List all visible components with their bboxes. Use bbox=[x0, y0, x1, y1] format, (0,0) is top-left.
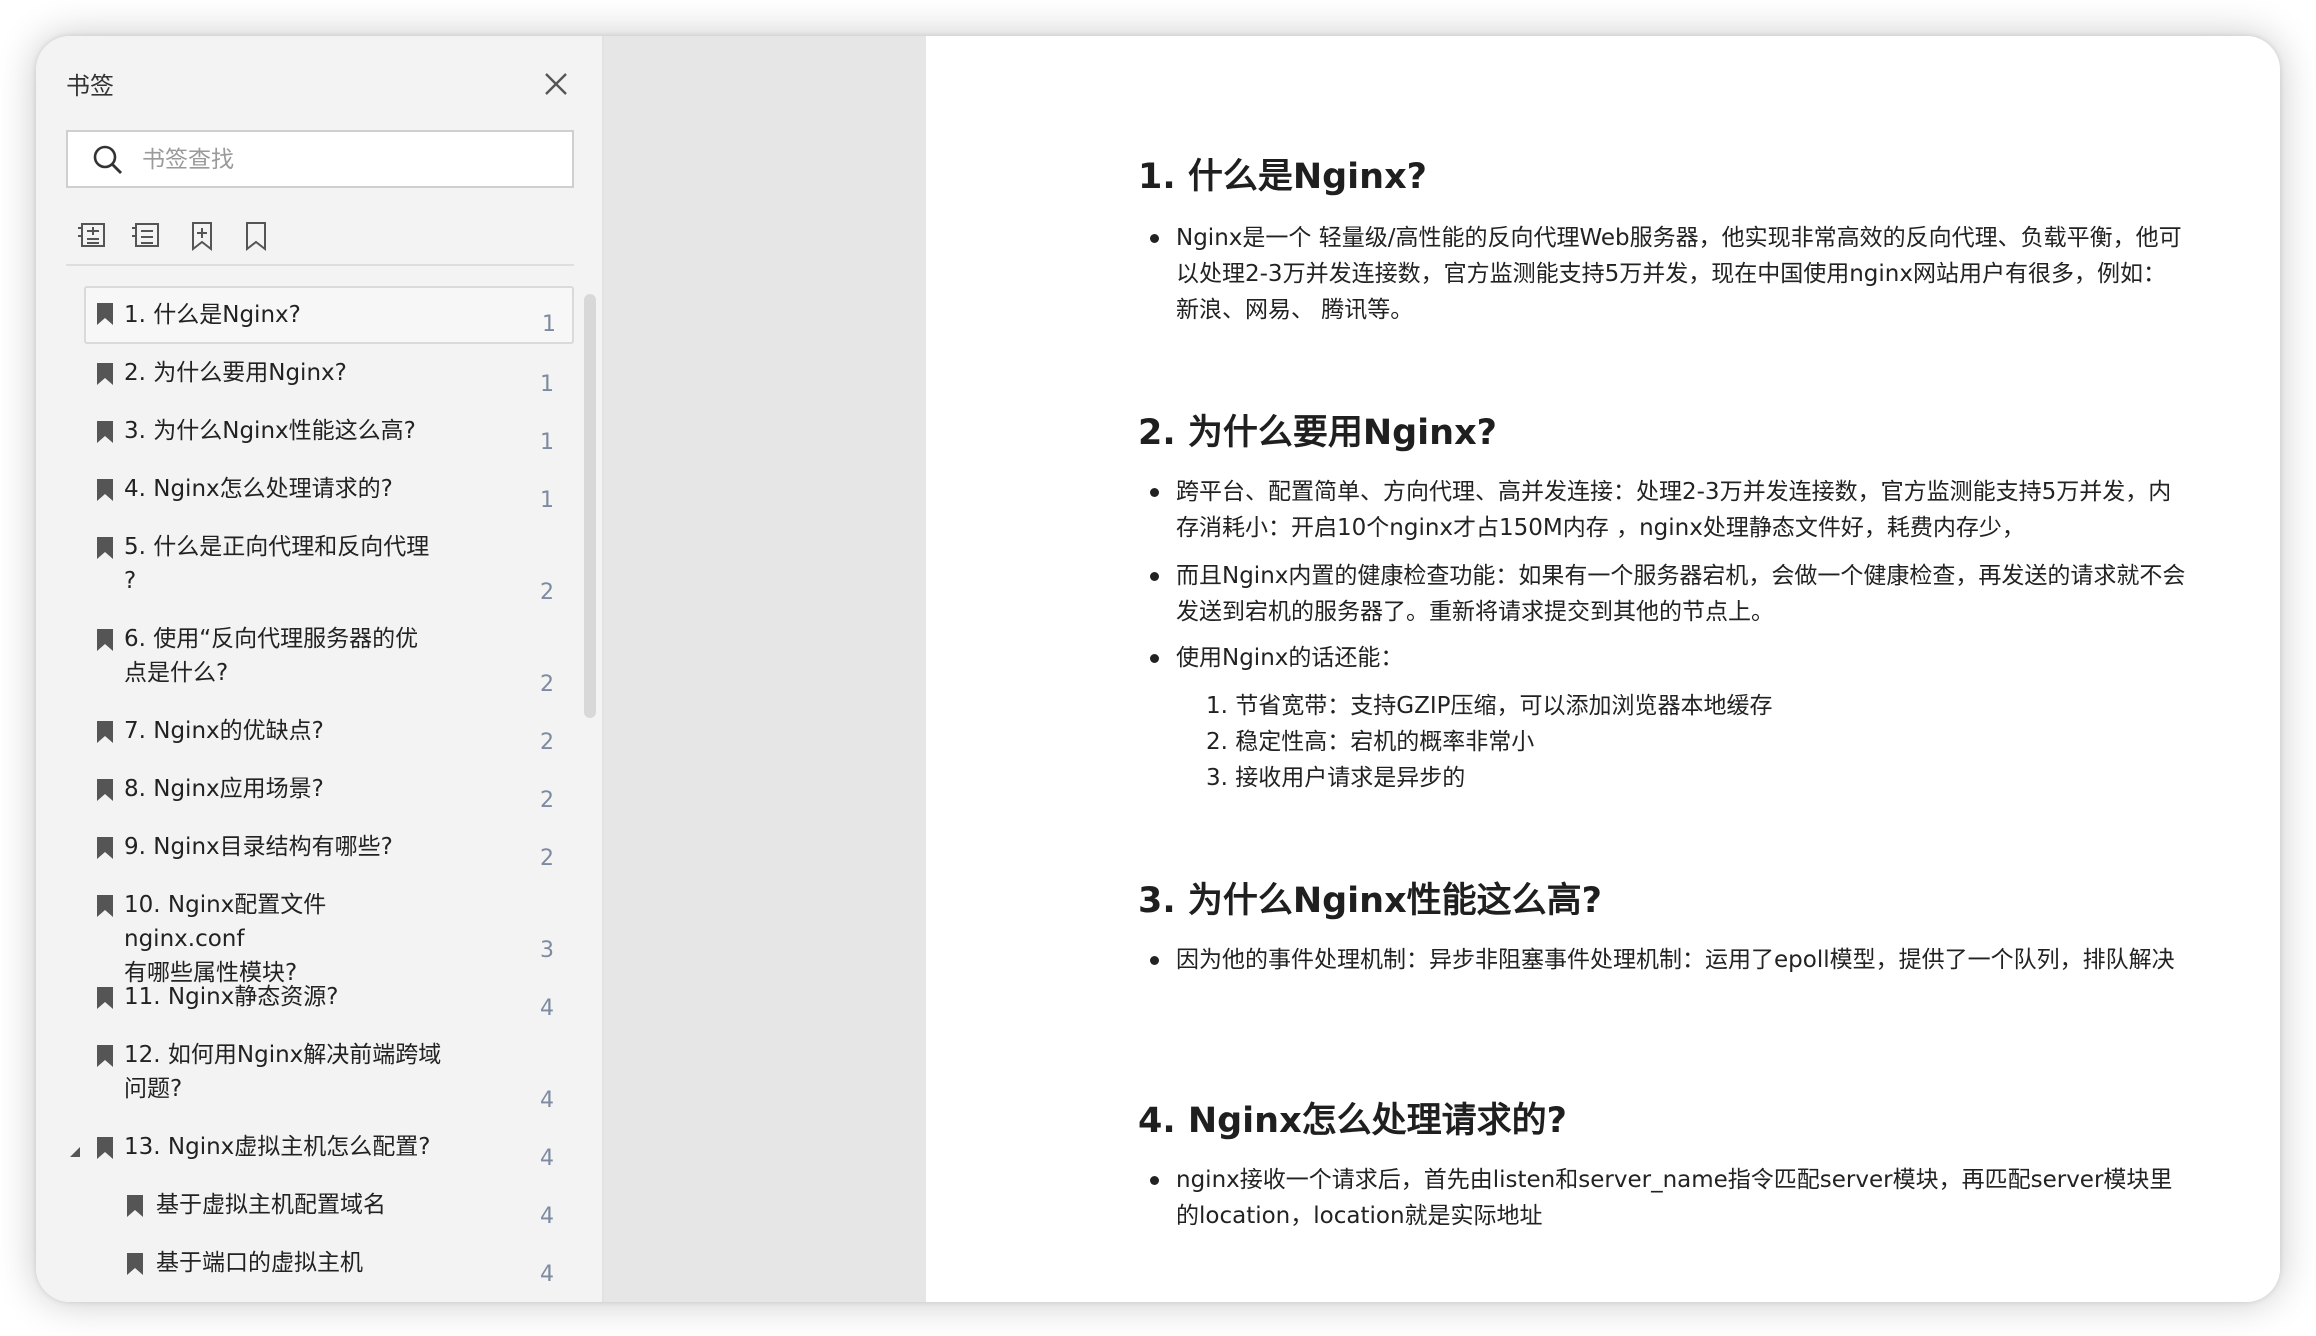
bullet-dot bbox=[1150, 956, 1159, 965]
bullet-item: 跨平台、配置简单、方向代理、高并发连接：处理2-3万并发连接数，官方监测能支持5… bbox=[1150, 474, 2186, 546]
page-gutter bbox=[604, 36, 926, 1302]
bookmark-item[interactable]: 5. 什么是正向代理和反向代理 ? 2 bbox=[84, 530, 574, 614]
bullet-item: 使用Nginx的话还能： bbox=[1150, 640, 2186, 676]
section-heading: 4. Nginx怎么处理请求的? bbox=[1138, 1101, 1567, 1141]
bookmark-label: 基于虚拟主机配置域名 bbox=[156, 1192, 386, 1218]
bookmark-icon bbox=[96, 628, 114, 652]
bookmark-label: 基于端口的虚拟主机 bbox=[156, 1250, 363, 1276]
bookmark-page: 1 bbox=[540, 372, 554, 397]
bullet-text: 跨平台、配置简单、方向代理、高并发连接：处理2-3万并发连接数，官方监测能支持5… bbox=[1176, 479, 2172, 541]
section-heading: 1. 什么是Nginx? bbox=[1138, 157, 1427, 197]
section-heading: 2. 为什么要用Nginx? bbox=[1138, 413, 1497, 453]
bookmark-item[interactable]: 6. 使用“反向代理服务器的优 点是什么? 2 bbox=[84, 622, 574, 706]
document-page: 1. 什么是Nginx? Nginx是一个 轻量级/高性能的反向代理Web服务器… bbox=[926, 36, 2280, 1302]
bookmark-icon bbox=[96, 302, 114, 326]
bookmark-sidebar: 书签 1 bbox=[36, 36, 604, 1302]
bullet-text: nginx接收一个请求后，首先由listen和server_name指令匹配se… bbox=[1176, 1167, 2173, 1229]
bookmark-label: 11. Nginx静态资源? bbox=[124, 984, 339, 1010]
bookmark-icon bbox=[126, 1194, 144, 1218]
bookmark-item[interactable]: 11. Nginx静态资源? 4 bbox=[84, 980, 574, 1030]
bookmark-label: 2. 为什么要用Nginx? bbox=[124, 360, 347, 386]
bookmark-label: 4. Nginx怎么处理请求的? bbox=[124, 476, 393, 502]
bookmark-label: 3. 为什么Nginx性能这么高? bbox=[124, 418, 416, 444]
bookmark-item[interactable]: 2. 为什么要用Nginx? 1 bbox=[84, 356, 574, 406]
app-window: 书签 1 bbox=[36, 36, 2280, 1302]
bullet-text: 使用Nginx的话还能： bbox=[1176, 645, 1404, 671]
bookmark-item[interactable]: 3. 为什么Nginx性能这么高? 1 bbox=[84, 414, 574, 464]
bullet-dot bbox=[1150, 488, 1159, 497]
bookmark-item[interactable]: 4. Nginx怎么处理请求的? 1 bbox=[84, 472, 574, 522]
numbered-item: 1. 节省宽带：支持GZIP压缩，可以添加浏览器本地缓存 bbox=[1206, 693, 1773, 719]
bookmark-label: 5. 什么是正向代理和反向代理 ? bbox=[124, 534, 430, 594]
bookmark-page: 1 bbox=[542, 312, 556, 337]
sidebar-scrollbar[interactable] bbox=[584, 294, 598, 1294]
bullet-text: 而且Nginx内置的健康检查功能：如果有一个服务器宕机，会做一个健康检查，再发送… bbox=[1176, 563, 2186, 625]
bookmark-label: 9. Nginx目录结构有哪些? bbox=[124, 834, 393, 860]
bookmark-icon bbox=[96, 536, 114, 560]
bookmark-item[interactable]: 13. Nginx虚拟主机怎么配置? 4 bbox=[70, 1130, 574, 1180]
bookmark-icon bbox=[96, 420, 114, 444]
bookmark-page: 4 bbox=[540, 1204, 554, 1229]
bullet-text: Nginx是一个 轻量级/高性能的反向代理Web服务器，他实现非常高效的反向代理… bbox=[1176, 225, 2182, 323]
bookmark-icon bbox=[96, 986, 114, 1010]
bookmark-item[interactable]: 9. Nginx目录结构有哪些? 2 bbox=[84, 830, 574, 880]
numbered-item: 3. 接收用户请求是异步的 bbox=[1206, 765, 1466, 791]
bookmark-label: 7. Nginx的优缺点? bbox=[124, 718, 324, 744]
bookmark-list: 1. 什么是Nginx? 1 2. 为什么要用Nginx? 1 3. 为什么Ng… bbox=[36, 36, 596, 1302]
bookmark-icon bbox=[96, 720, 114, 744]
bookmark-item[interactable]: 基于虚拟主机配置域名 4 bbox=[84, 1188, 574, 1238]
bookmark-page: 2 bbox=[540, 672, 554, 697]
bookmark-item[interactable]: 12. 如何用Nginx解决前端跨域 问题? 4 bbox=[84, 1038, 574, 1122]
bookmark-icon bbox=[96, 778, 114, 802]
bookmark-icon bbox=[96, 478, 114, 502]
bookmark-item[interactable]: 1. 什么是Nginx? 1 bbox=[84, 286, 574, 344]
bookmark-label: 1. 什么是Nginx? bbox=[124, 302, 301, 328]
bookmark-label: 10. Nginx配置文件nginx.conf 有哪些属性模块? bbox=[124, 892, 327, 986]
bookmark-label: 8. Nginx应用场景? bbox=[124, 776, 324, 802]
bookmark-icon bbox=[96, 894, 114, 918]
bookmark-item[interactable]: 7. Nginx的优缺点? 2 bbox=[84, 714, 574, 764]
bookmark-icon bbox=[126, 1252, 144, 1276]
bookmark-page: 4 bbox=[540, 996, 554, 1021]
bullet-item: nginx接收一个请求后，首先由listen和server_name指令匹配se… bbox=[1150, 1162, 2186, 1234]
bookmark-item[interactable]: 基于端口的虚拟主机 4 bbox=[84, 1246, 574, 1296]
bookmark-item[interactable]: 8. Nginx应用场景? 2 bbox=[84, 772, 574, 822]
bookmark-page: 2 bbox=[540, 730, 554, 755]
sidebar-scroll-thumb[interactable] bbox=[584, 294, 596, 718]
bullet-dot bbox=[1150, 1176, 1159, 1185]
bullet-item: 而且Nginx内置的健康检查功能：如果有一个服务器宕机，会做一个健康检查，再发送… bbox=[1150, 558, 2186, 630]
bullet-item: Nginx是一个 轻量级/高性能的反向代理Web服务器，他实现非常高效的反向代理… bbox=[1150, 220, 2186, 328]
bullet-dot bbox=[1150, 572, 1159, 581]
bookmark-icon bbox=[96, 1044, 114, 1068]
bookmark-page: 4 bbox=[540, 1088, 554, 1113]
numbered-item: 2. 稳定性高：宕机的概率非常小 bbox=[1206, 729, 1535, 755]
section-heading: 3. 为什么Nginx性能这么高? bbox=[1138, 881, 1602, 921]
bookmark-label: 6. 使用“反向代理服务器的优 点是什么? bbox=[124, 626, 419, 686]
bookmark-label: 12. 如何用Nginx解决前端跨域 问题? bbox=[124, 1042, 442, 1102]
bullet-dot bbox=[1150, 234, 1159, 243]
bookmark-icon bbox=[96, 1136, 114, 1160]
bookmark-page: 1 bbox=[540, 488, 554, 513]
bookmark-page: 4 bbox=[540, 1262, 554, 1287]
bullet-dot bbox=[1150, 654, 1159, 663]
bookmark-page: 2 bbox=[540, 788, 554, 813]
bookmark-page: 3 bbox=[540, 938, 554, 963]
bookmark-page: 1 bbox=[540, 430, 554, 455]
bookmark-page: 4 bbox=[540, 1146, 554, 1171]
bookmark-item[interactable]: 10. Nginx配置文件nginx.conf 有哪些属性模块? 3 bbox=[84, 888, 574, 986]
bookmark-icon bbox=[96, 836, 114, 860]
bookmark-label: 13. Nginx虚拟主机怎么配置? bbox=[124, 1134, 431, 1160]
collapse-arrow-icon[interactable] bbox=[68, 1144, 82, 1158]
bookmark-page: 2 bbox=[540, 846, 554, 871]
bookmark-page: 2 bbox=[540, 580, 554, 605]
bullet-item: 因为他的事件处理机制：异步非阻塞事件处理机制：运用了epoll模型，提供了一个队… bbox=[1150, 942, 2186, 978]
bullet-text: 因为他的事件处理机制：异步非阻塞事件处理机制：运用了epoll模型，提供了一个队… bbox=[1176, 947, 2175, 973]
bookmark-icon bbox=[96, 362, 114, 386]
